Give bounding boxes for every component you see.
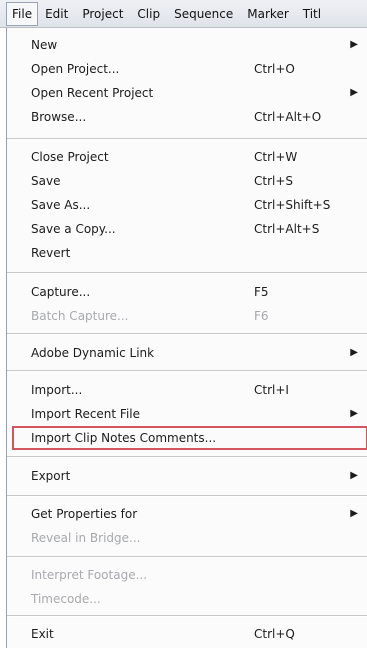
menu-item-shortcut: Ctrl+Shift+S [254, 198, 331, 212]
menu-item-label: Batch Capture... [31, 309, 129, 323]
submenu-arrow-icon: ▶ [350, 508, 358, 519]
menu-item-shortcut: Ctrl+I [254, 383, 289, 397]
menu-item-shortcut: Ctrl+Q [254, 627, 295, 641]
submenu-arrow-icon: ▶ [350, 87, 358, 98]
menu-item-label: Import... [31, 383, 83, 397]
menu-item-save-a-copy[interactable]: Save a Copy... Ctrl+Alt+S [7, 217, 367, 241]
menu-item-import-recent-file[interactable]: Import Recent File ▶ [7, 402, 367, 426]
menu-item-get-properties-for[interactable]: Get Properties for ▶ [7, 502, 367, 526]
menu-item-label: Import Clip Notes Comments... [31, 431, 217, 445]
menu-item-revert[interactable]: Revert [7, 241, 367, 265]
menu-item-label: Close Project [31, 150, 109, 164]
submenu-arrow-icon: ▶ [350, 470, 358, 481]
menu-item-shortcut: Ctrl+Alt+O [254, 110, 322, 124]
menu-item-label: Capture... [31, 285, 91, 299]
menu-item-shortcut: Ctrl+Alt+S [254, 222, 320, 236]
menu-item-shortcut: F6 [254, 309, 269, 323]
menu-item-label: Save As... [31, 198, 91, 212]
menu-separator [7, 615, 367, 617]
menu-item-label: Save a Copy... [31, 222, 116, 236]
menu-item-import-clip-notes-comments[interactable]: Import Clip Notes Comments... [12, 426, 367, 450]
menu-item-shortcut: Ctrl+W [254, 150, 298, 164]
menu-item-label: Import Recent File [31, 407, 141, 421]
submenu-arrow-icon: ▶ [350, 347, 358, 358]
menu-item-label: Timecode... [31, 592, 101, 606]
menu-separator [7, 495, 367, 497]
menu-item-label: Reveal in Bridge... [31, 531, 141, 545]
menubar-edit[interactable]: Edit [38, 3, 75, 25]
menubar-file[interactable]: File [6, 1, 39, 26]
menu-item-capture[interactable]: Capture... F5 [7, 280, 367, 304]
menu-item-export[interactable]: Export ▶ [7, 464, 367, 488]
menu-item-reveal-in-bridge: Reveal in Bridge... [7, 526, 367, 550]
menu-item-interpret-footage: Interpret Footage... [7, 563, 367, 587]
menu-item-label: Export [31, 469, 71, 483]
menu-separator [7, 556, 367, 558]
menu-item-label: Interpret Footage... [31, 568, 148, 582]
menubar-marker[interactable]: Marker [240, 3, 295, 25]
menu-item-open-recent-project[interactable]: Open Recent Project ▶ [7, 81, 367, 105]
menu-separator [7, 333, 367, 335]
menu-item-label: Save [31, 174, 61, 188]
menu-item-exit[interactable]: Exit Ctrl+Q [7, 622, 367, 646]
menu-item-shortcut: Ctrl+S [254, 174, 294, 188]
menu-item-batch-capture: Batch Capture... F6 [7, 304, 367, 328]
menubar-project[interactable]: Project [75, 3, 130, 25]
menu-item-new[interactable]: New ▶ [7, 33, 367, 57]
submenu-arrow-icon: ▶ [350, 408, 358, 419]
submenu-arrow-icon: ▶ [350, 39, 358, 50]
file-menu-dropdown: New ▶ Open Project... Ctrl+O Open Recent… [6, 28, 367, 648]
menubar-title[interactable]: Titl [296, 3, 328, 25]
menu-item-label: New [31, 38, 58, 52]
menu-item-browse[interactable]: Browse... Ctrl+Alt+O [7, 105, 367, 129]
menu-separator [7, 456, 367, 458]
menu-item-label: Adobe Dynamic Link [31, 346, 155, 360]
menubar-clip[interactable]: Clip [130, 3, 167, 25]
menu-item-label: Open Recent Project [31, 86, 154, 100]
menu-separator [7, 138, 367, 140]
menu-item-import[interactable]: Import... Ctrl+I [7, 378, 367, 402]
menu-item-shortcut: Ctrl+O [254, 62, 295, 76]
menu-item-label: Get Properties for [31, 507, 138, 521]
menu-item-label: Revert [31, 246, 71, 260]
menu-item-shortcut: F5 [254, 285, 269, 299]
menu-item-save-as[interactable]: Save As... Ctrl+Shift+S [7, 193, 367, 217]
menu-separator [7, 272, 367, 274]
menu-item-adobe-dynamic-link[interactable]: Adobe Dynamic Link ▶ [7, 341, 367, 365]
menu-item-label: Open Project... [31, 62, 120, 76]
menu-item-open-project[interactable]: Open Project... Ctrl+O [7, 57, 367, 81]
menu-item-label: Browse... [31, 110, 87, 124]
menu-item-timecode: Timecode... [7, 587, 367, 611]
menu-item-label: Exit [31, 627, 54, 641]
menu-bar: File Edit Project Clip Sequence Marker T… [0, 0, 367, 28]
menu-item-save[interactable]: Save Ctrl+S [7, 169, 367, 193]
menu-item-close-project[interactable]: Close Project Ctrl+W [7, 145, 367, 169]
menubar-sequence[interactable]: Sequence [167, 3, 240, 25]
menu-separator [7, 370, 367, 372]
